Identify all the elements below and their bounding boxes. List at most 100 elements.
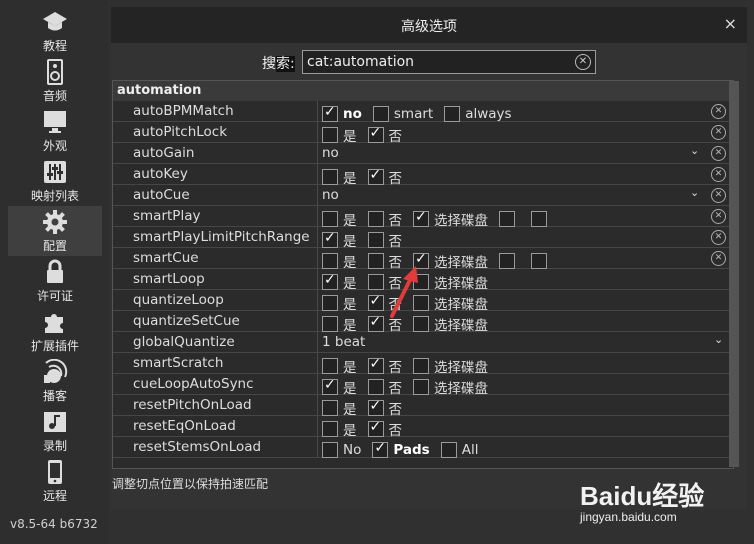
option-row[interactable]: smartPlay 是 否 选择碟盘 ✕ bbox=[113, 206, 733, 229]
option-value-cell: 是否 bbox=[317, 122, 733, 145]
option-checkbox[interactable] bbox=[531, 252, 547, 269]
reset-option-icon[interactable]: ✕ bbox=[711, 188, 726, 203]
option-checkbox[interactable] bbox=[413, 251, 429, 269]
search-input[interactable] bbox=[307, 53, 569, 71]
option-checkbox[interactable] bbox=[322, 272, 338, 290]
option-checkbox[interactable] bbox=[322, 357, 338, 374]
option-choice-label: 是 bbox=[343, 212, 357, 229]
option-choice-label: 是 bbox=[343, 380, 357, 397]
scrollbar[interactable] bbox=[729, 81, 739, 467]
option-checkbox[interactable] bbox=[413, 273, 429, 290]
reset-option-icon[interactable]: ✕ bbox=[711, 146, 726, 161]
option-checkbox[interactable] bbox=[322, 230, 338, 248]
sidebar-item[interactable]: 教程 bbox=[8, 6, 102, 56]
option-checkbox[interactable] bbox=[322, 420, 338, 437]
sidebar-item[interactable]: 远程 bbox=[8, 456, 102, 506]
sidebar-item[interactable]: 扩展插件 bbox=[8, 306, 102, 356]
search-clear-icon[interactable]: ✕ bbox=[575, 54, 591, 70]
reset-option-icon[interactable]: ✕ bbox=[711, 125, 726, 140]
option-row[interactable]: resetEqOnLoad 是否 bbox=[113, 416, 733, 439]
option-row[interactable]: resetPitchOnLoad是否 bbox=[113, 395, 733, 418]
reset-option-icon[interactable]: ✕ bbox=[711, 209, 726, 224]
option-checkbox[interactable] bbox=[413, 294, 429, 311]
option-checkbox[interactable] bbox=[367, 398, 384, 416]
sidebar-item[interactable]: 配置 bbox=[8, 206, 102, 256]
option-checkbox[interactable] bbox=[322, 104, 338, 122]
dropdown-value[interactable]: no bbox=[322, 145, 339, 161]
sidebar-item[interactable]: 音频 bbox=[8, 56, 102, 106]
search-box[interactable]: ✕ bbox=[302, 50, 596, 74]
option-row[interactable]: smartLoop 是 否 选择碟盘 bbox=[113, 269, 733, 292]
option-checkbox[interactable] bbox=[372, 105, 389, 122]
option-choices: No Pads All bbox=[322, 439, 489, 458]
option-choices: 是否 bbox=[322, 418, 413, 439]
dropdown-value[interactable]: no bbox=[322, 187, 339, 203]
sidebar-item[interactable]: 映射列表 bbox=[8, 156, 102, 206]
sidebar-item[interactable]: 录制 bbox=[8, 406, 102, 456]
option-row[interactable]: cueLoopAutoSync 是 否 选择碟盘 bbox=[113, 374, 733, 397]
watermark-logo: Baidu经验 bbox=[580, 481, 705, 511]
option-row[interactable]: smartScratch 是 否 选择碟盘 bbox=[113, 353, 733, 376]
option-checkbox[interactable] bbox=[322, 252, 338, 269]
option-checkbox[interactable] bbox=[322, 126, 338, 143]
option-checkbox[interactable] bbox=[367, 293, 384, 311]
chevron-down-icon[interactable]: ⌄ bbox=[690, 144, 699, 157]
option-checkbox[interactable] bbox=[367, 167, 384, 185]
option-checkbox[interactable] bbox=[367, 252, 384, 269]
option-choice-label: 否 bbox=[388, 254, 403, 271]
option-checkbox[interactable] bbox=[372, 440, 389, 458]
option-row[interactable]: quantizeSetCue 是 否 选择碟盘 bbox=[113, 311, 733, 334]
option-checkbox[interactable] bbox=[322, 315, 338, 332]
option-checkbox[interactable] bbox=[367, 356, 384, 374]
sidebar-item[interactable]: 外观 bbox=[8, 106, 102, 156]
option-checkbox[interactable] bbox=[440, 441, 457, 458]
option-row[interactable]: autoPitchLock是否✕ bbox=[113, 122, 733, 145]
option-checkbox[interactable] bbox=[413, 315, 429, 332]
reset-option-icon[interactable]: ✕ bbox=[711, 104, 726, 119]
option-checkbox[interactable] bbox=[367, 210, 384, 227]
option-row[interactable]: autoCue no ⌄ ✕ bbox=[113, 185, 733, 206]
option-row[interactable]: autoBPMMatch no smart always ✕ bbox=[113, 101, 733, 122]
option-checkbox[interactable] bbox=[413, 209, 429, 227]
reset-option-icon[interactable]: ✕ bbox=[711, 167, 726, 182]
option-row[interactable]: autoGain no ⌄ ✕ bbox=[113, 143, 733, 164]
option-checkbox[interactable] bbox=[367, 231, 384, 248]
option-checkbox[interactable] bbox=[367, 314, 384, 332]
option-row[interactable]: quantizeLoop 是 否 选择碟盘 bbox=[113, 290, 733, 313]
option-value-cell: No Pads All bbox=[317, 437, 733, 458]
option-checkbox[interactable] bbox=[367, 419, 384, 437]
close-button[interactable]: × bbox=[724, 14, 737, 33]
option-checkbox[interactable] bbox=[322, 294, 338, 311]
dropdown-value[interactable]: 1 beat bbox=[322, 334, 365, 350]
monitor-icon bbox=[44, 111, 66, 133]
option-checkbox[interactable] bbox=[322, 168, 338, 185]
option-checkbox[interactable] bbox=[413, 357, 429, 374]
option-row[interactable]: smartPlayLimitPitchRange是否✕ bbox=[113, 227, 733, 250]
option-checkbox[interactable] bbox=[499, 210, 515, 227]
option-checkbox[interactable] bbox=[322, 377, 338, 395]
option-checkbox[interactable] bbox=[322, 399, 338, 416]
option-checkbox[interactable] bbox=[499, 252, 515, 269]
option-checkbox[interactable] bbox=[444, 105, 461, 122]
sidebar-item[interactable]: 播客 bbox=[8, 356, 102, 406]
search-label-prefix: 搜 bbox=[262, 56, 276, 72]
reset-option-icon[interactable]: ✕ bbox=[711, 230, 726, 245]
option-row[interactable]: autoKey是否✕ bbox=[113, 164, 733, 187]
option-row[interactable]: resetStemsOnLoad No Pads All bbox=[113, 437, 733, 458]
reset-option-icon[interactable]: ✕ bbox=[711, 251, 726, 266]
option-row[interactable]: smartCue 是 否 选择碟盘 ✕ bbox=[113, 248, 733, 271]
option-name: smartCue bbox=[133, 250, 199, 266]
option-checkbox[interactable] bbox=[367, 125, 384, 143]
chevron-down-icon[interactable]: ⌄ bbox=[714, 333, 723, 346]
option-checkbox[interactable] bbox=[322, 441, 338, 458]
sidebar-item[interactable]: 许可证 bbox=[8, 256, 102, 306]
chevron-down-icon[interactable]: ⌄ bbox=[690, 186, 699, 199]
option-checkbox[interactable] bbox=[531, 210, 547, 227]
option-checkbox[interactable] bbox=[367, 273, 384, 290]
puzzle-icon bbox=[45, 314, 63, 333]
option-checkbox[interactable] bbox=[413, 378, 429, 395]
option-row[interactable]: globalQuantize 1 beat ⌄ bbox=[113, 332, 733, 353]
option-checkbox[interactable] bbox=[367, 378, 384, 395]
option-name: resetEqOnLoad bbox=[133, 418, 236, 434]
option-checkbox[interactable] bbox=[322, 210, 338, 227]
